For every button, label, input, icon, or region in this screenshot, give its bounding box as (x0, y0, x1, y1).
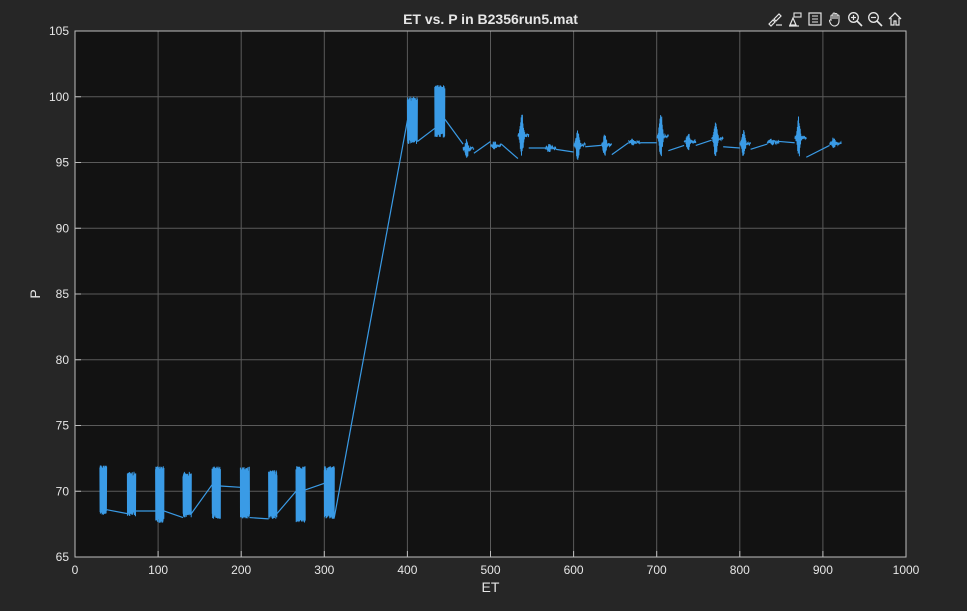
series-burst (268, 470, 278, 519)
x-tick-label: 700 (647, 563, 667, 577)
y-tick-label: 65 (56, 550, 70, 564)
brush-icon[interactable] (766, 9, 783, 29)
series-burst (211, 466, 221, 519)
x-tick-label: 500 (480, 563, 500, 577)
chart-title: ET vs. P in B2356run5.mat (403, 11, 578, 27)
home-icon[interactable] (886, 9, 903, 29)
x-tick-label: 600 (564, 563, 584, 577)
series-burst (182, 471, 192, 518)
x-tick-label: 400 (397, 563, 417, 577)
series-burst (434, 85, 446, 138)
y-axis-label: P (27, 289, 43, 298)
figure-window: 0 100 200 300 400 500 600 700 800 900 1000 65 70 75 80… (0, 0, 967, 611)
x-axis-label: ET (482, 579, 500, 595)
y-tick-label: 100 (49, 90, 69, 104)
zoom-in-icon[interactable] (846, 9, 863, 29)
y-tick-label: 95 (56, 156, 70, 170)
x-tick-label: 1000 (893, 563, 920, 577)
series-burst (323, 466, 335, 519)
series-burst (295, 466, 306, 523)
chart-canvas[interactable]: 0 100 200 300 400 500 600 700 800 900 1000 65 70 75 80… (0, 0, 967, 611)
y-tick-label: 80 (56, 353, 70, 367)
x-tick-label: 800 (730, 563, 750, 577)
y-tick-label: 70 (56, 484, 70, 498)
y-tick-label: 105 (49, 24, 69, 38)
x-tick-label: 0 (72, 563, 79, 577)
y-tick-label: 85 (56, 287, 70, 301)
series-burst (155, 466, 165, 523)
x-tick-label: 200 (231, 563, 251, 577)
series-burst (99, 465, 108, 515)
axes-toolbar (766, 9, 903, 29)
x-tick-label: 900 (813, 563, 833, 577)
data-tips-icon[interactable] (786, 9, 803, 29)
y-tick-label: 75 (56, 419, 70, 433)
series-burst (406, 96, 418, 144)
x-tick-label: 300 (314, 563, 334, 577)
legend-icon[interactable] (806, 9, 823, 29)
series-burst (239, 466, 250, 519)
zoom-out-icon[interactable] (866, 9, 883, 29)
y-tick-label: 90 (56, 221, 70, 235)
pan-icon[interactable] (826, 9, 843, 29)
series-burst (126, 471, 137, 517)
x-tick-label: 100 (148, 563, 168, 577)
